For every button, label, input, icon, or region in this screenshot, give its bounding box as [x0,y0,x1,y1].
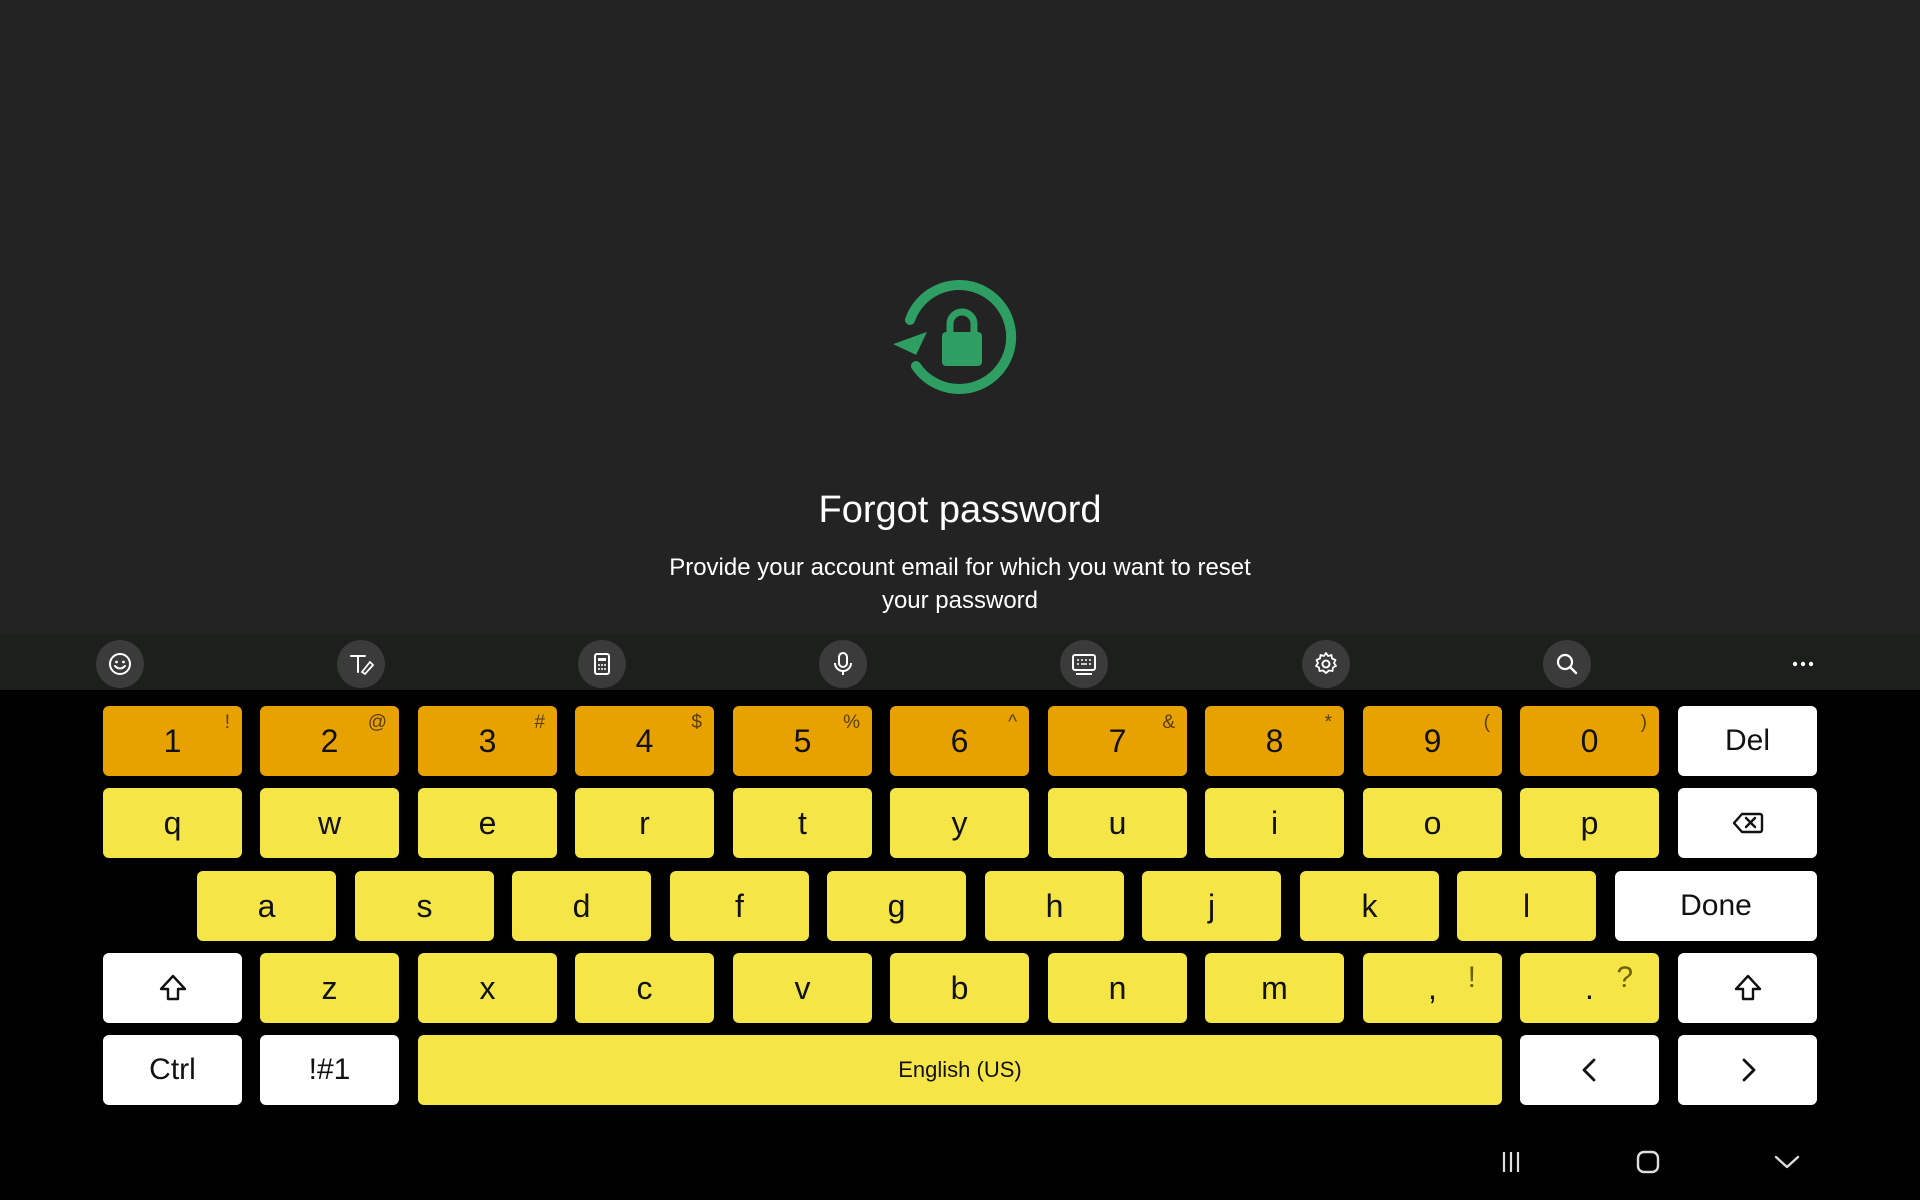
key-hint: $ [691,712,702,733]
key-label: , [1428,969,1437,1006]
key-label: 4 [635,722,654,759]
on-screen-keyboard: 1! 2 @ 3 # 4 $ 5% 6 ^ 7 & 8 * 9( 0) Del q w e … [0,690,1920,1122]
key-hint: ( [1483,712,1490,733]
key-7[interactable]: 7 & [1048,706,1187,776]
home-icon[interactable] [1624,1138,1672,1186]
key-hint: ^ [1008,712,1017,733]
key-p[interactable]: p [1520,788,1659,858]
key-label: 5 [793,722,812,759]
space-key[interactable]: English (US) [418,1035,1502,1105]
key-0[interactable]: 0) [1520,706,1659,776]
recent-apps-icon[interactable] [1487,1138,1535,1186]
key-hint: ! [1467,961,1476,994]
key-hint: @ [367,712,387,733]
key-label: 2 [320,722,339,759]
key-label: 3 [478,722,497,759]
shift-icon [1734,974,1761,1001]
key-label: 1 [163,722,182,759]
handwriting-icon[interactable] [337,640,385,688]
key-5[interactable]: 5% [733,706,872,776]
key-label: 6 [950,722,969,759]
key-hint: ? [1616,961,1633,994]
key-q[interactable]: q [103,788,242,858]
shift-right-key[interactable] [1678,953,1817,1023]
chevron-right-icon [1742,1058,1755,1082]
key-6[interactable]: 6 ^ [890,706,1029,776]
key-period[interactable]: .? [1520,953,1659,1023]
key-d[interactable]: d [512,871,651,941]
done-key[interactable]: Done [1615,871,1817,941]
backspace-icon [1732,812,1763,834]
key-3[interactable]: 3 # [418,706,557,776]
key-x[interactable]: x [418,953,557,1023]
key-z[interactable]: z [260,953,399,1023]
key-label: 7 [1108,722,1127,759]
key-k[interactable]: k [1300,871,1439,941]
ctrl-key[interactable]: Ctrl [103,1035,242,1105]
keyboard-icon[interactable] [1060,640,1108,688]
key-hint: * [1324,712,1332,733]
key-9[interactable]: 9( [1363,706,1502,776]
key-v[interactable]: v [733,953,872,1023]
key-w[interactable]: w [260,788,399,858]
cursor-left-key[interactable] [1520,1035,1659,1105]
more-icon[interactable] [1779,640,1827,688]
key-m[interactable]: m [1205,953,1344,1023]
microphone-icon[interactable] [819,640,867,688]
settings-icon[interactable] [1302,640,1350,688]
key-2[interactable]: 2 @ [260,706,399,776]
del-key[interactable]: Del [1678,706,1817,776]
page-title: Forgot password [818,489,1102,531]
key-hint: # [534,712,545,733]
key-4[interactable]: 4 $ [575,706,714,776]
system-navigation-bar [0,1122,1920,1200]
key-comma[interactable]: ,! [1363,953,1502,1023]
app-screen: Forgot password Provide your account ema… [0,0,1920,1200]
key-h[interactable]: h [985,871,1124,941]
key-c[interactable]: c [575,953,714,1023]
key-l[interactable]: l [1457,871,1596,941]
lock-reset-icon [893,279,1017,394]
cursor-right-key[interactable] [1678,1035,1817,1105]
forgot-password-screen: Forgot password Provide your account ema… [0,0,1920,634]
key-r[interactable]: r [575,788,714,858]
chevron-left-icon [1582,1058,1595,1082]
symbols-key[interactable]: !#1 [260,1035,399,1105]
emoji-icon[interactable] [96,640,144,688]
key-label: 0 [1580,722,1599,759]
key-hint: ! [224,712,230,733]
key-u[interactable]: u [1048,788,1187,858]
key-8[interactable]: 8 * [1205,706,1344,776]
key-label: . [1585,969,1594,1006]
keyboard-toolbar [0,634,1920,690]
key-hint: & [1162,712,1175,733]
key-i[interactable]: i [1205,788,1344,858]
key-label: 9 [1423,722,1442,759]
key-n[interactable]: n [1048,953,1187,1023]
key-s[interactable]: s [355,871,494,941]
shift-icon [159,974,186,1001]
key-hint: % [843,712,860,733]
page-subtitle: Provide your account email for which you… [669,554,1251,614]
key-o[interactable]: o [1363,788,1502,858]
calculator-icon[interactable] [578,640,626,688]
key-label: 8 [1265,722,1284,759]
hide-keyboard-icon[interactable] [1763,1138,1811,1186]
key-g[interactable]: g [827,871,966,941]
key-f[interactable]: f [670,871,809,941]
key-y[interactable]: y [890,788,1029,858]
key-1[interactable]: 1! [103,706,242,776]
shift-left-key[interactable] [103,953,242,1023]
key-j[interactable]: j [1142,871,1281,941]
key-b[interactable]: b [890,953,1029,1023]
key-hint: ) [1640,712,1647,733]
key-e[interactable]: e [418,788,557,858]
key-t[interactable]: t [733,788,872,858]
search-icon[interactable] [1543,640,1591,688]
key-a[interactable]: a [197,871,336,941]
backspace-key[interactable] [1678,788,1817,858]
